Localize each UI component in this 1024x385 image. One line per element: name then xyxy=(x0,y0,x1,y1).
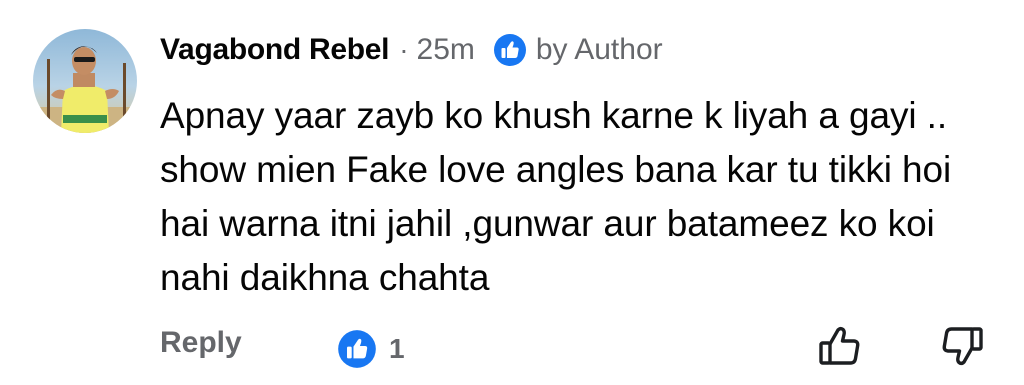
thumbs-up-outline-icon[interactable] xyxy=(816,322,864,370)
meta-separator: · xyxy=(399,34,409,65)
avatar[interactable] xyxy=(33,29,137,133)
author-name[interactable]: Vagabond Rebel xyxy=(160,33,389,67)
comment-header: Vagabond Rebel · 25m by Author xyxy=(160,24,663,76)
reaction-summary[interactable]: 1 xyxy=(337,329,405,369)
comment-actions: Reply 1 xyxy=(160,322,990,372)
comment-body: Apnay yaar zayb ko khush karne k liyah a… xyxy=(160,95,952,298)
comment: Vagabond Rebel · 25m by Author Apnay yaa… xyxy=(0,0,1024,385)
thumbs-down-outline-icon[interactable] xyxy=(938,322,986,370)
comment-timestamp[interactable]: 25m xyxy=(417,33,475,67)
reply-button[interactable]: Reply xyxy=(160,326,242,360)
avatar-photo xyxy=(33,29,137,133)
like-badge-icon xyxy=(493,33,527,67)
reaction-count: 1 xyxy=(389,333,405,364)
like-badge-icon xyxy=(337,329,377,369)
liked-by-author-label: by Author xyxy=(535,33,663,66)
